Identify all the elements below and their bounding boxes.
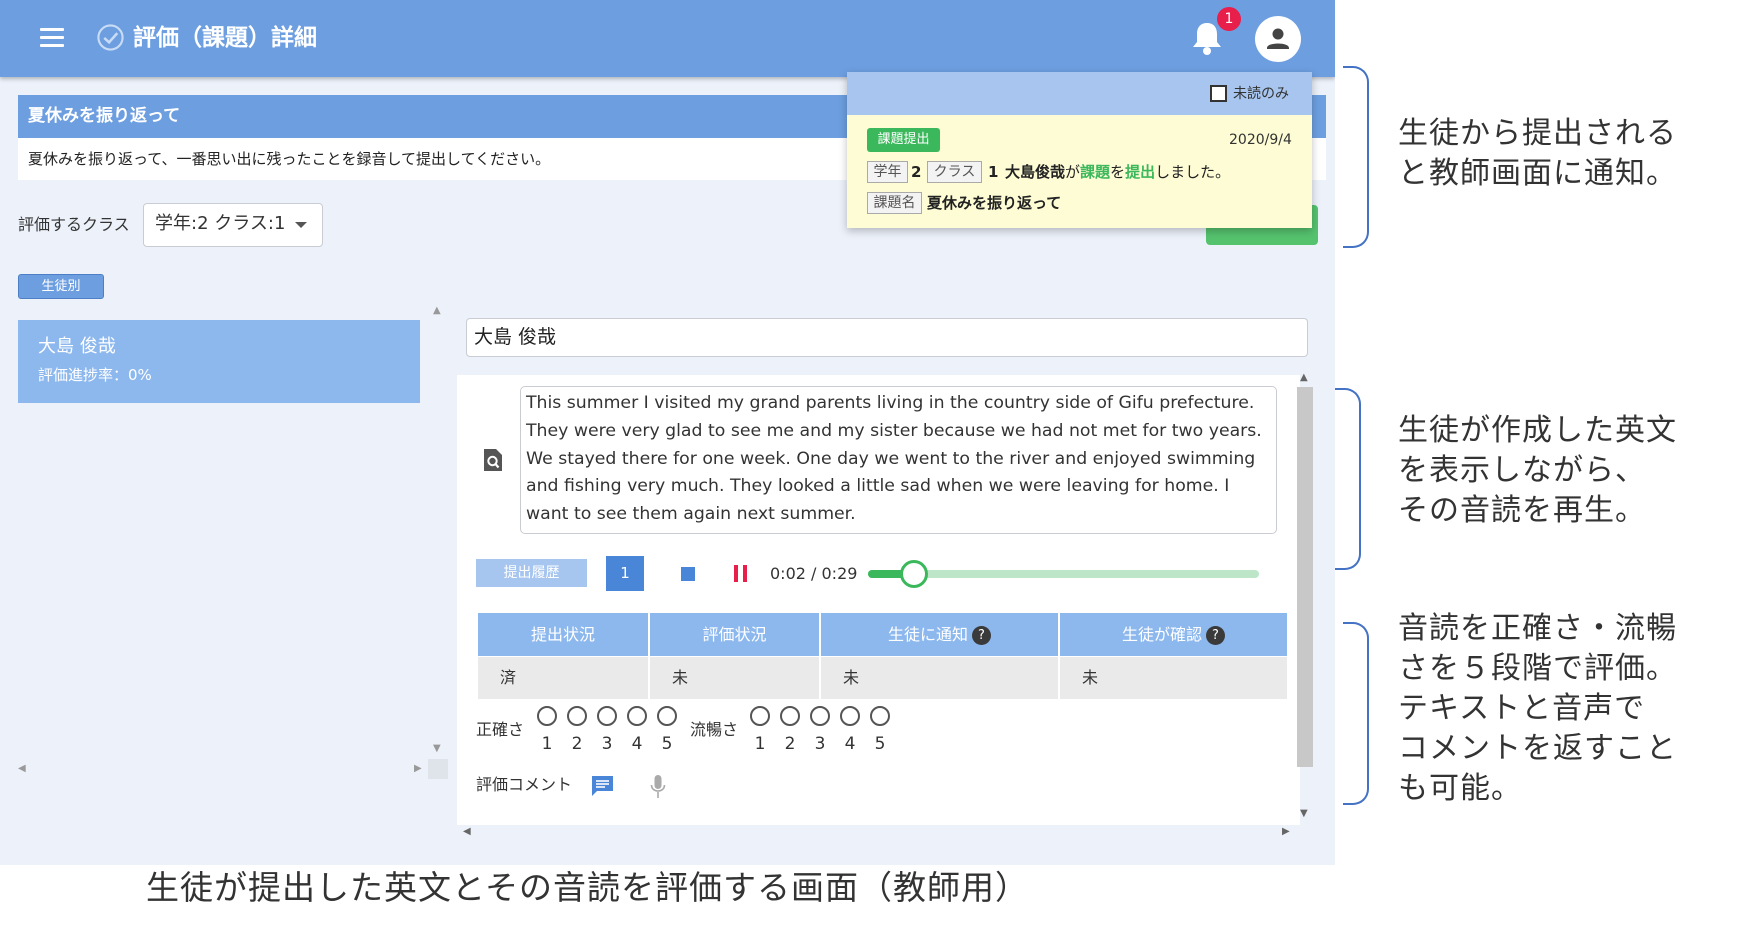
student-name-field [466, 318, 1308, 357]
accuracy-score-label: 5 [661, 734, 673, 754]
accuracy-score-label: 3 [601, 734, 613, 754]
annotation-evaluation: 音読を正確さ・流暢 さを５段階で評価。 テキストと音声で コメントを返すこと も可能。 [1398, 611, 1677, 806]
scroll-down-arrow[interactable]: ▼ [1300, 808, 1308, 819]
fluency-label: 流暢さ [690, 720, 739, 739]
grade-value: 2 [911, 163, 922, 181]
seek-handle[interactable] [900, 560, 928, 588]
status-header-evaluation: 評価状況 [650, 613, 819, 656]
class-filter-label: 評価するクラス [18, 215, 130, 234]
chevron-down-icon [295, 222, 307, 228]
essay-text: This summer I visited my grand parents l… [526, 393, 1262, 525]
notification-count-badge: 1 [1217, 7, 1241, 31]
app-window: 評価（課題）詳細 1 夏休みを振り返って 夏休みを振り返って、一番思い出に残った… [0, 0, 1335, 865]
assignment-name-value: 夏休みを振り返って [927, 194, 1062, 212]
fluency-score-label: 5 [874, 734, 886, 754]
figure-caption: 生徒が提出した英文とその音読を評価する画面（教師用） [146, 868, 1030, 907]
accuracy-radio-4[interactable] [627, 706, 647, 726]
pause-icon[interactable] [734, 565, 749, 582]
help-icon[interactable]: ? [1206, 626, 1225, 645]
fluency-radio-3[interactable] [810, 706, 830, 726]
person-icon [1267, 28, 1289, 49]
accuracy-score-label: 2 [571, 734, 583, 754]
fluency-score-label: 4 [844, 734, 856, 754]
accuracy-score-label: 1 [541, 734, 553, 754]
scroll-down-arrow[interactable]: ▼ [433, 743, 441, 754]
fluency-radio-5[interactable] [870, 706, 890, 726]
status-header-notify: 生徒に通知? [821, 613, 1058, 656]
assignment-description: 夏休みを振り返って、一番思い出に残ったことを録音して提出してください。 [28, 150, 551, 168]
fluency-radio-4[interactable] [840, 706, 860, 726]
comment-label: 評価コメント [476, 775, 573, 794]
annotation-notification: 生徒から提出される と教師画面に通知。 [1398, 116, 1677, 191]
tab-by-student[interactable]: 生徒別 [18, 274, 104, 299]
scroll-right-arrow[interactable]: ▶ [414, 763, 422, 774]
help-icon[interactable]: ? [972, 626, 991, 645]
scroll-left-arrow[interactable]: ◀ [18, 763, 26, 774]
document-search-icon[interactable] [482, 448, 504, 472]
vertical-scrollbar[interactable] [1297, 387, 1313, 767]
status-evaluation: 未 [650, 657, 819, 699]
fluency-radio-2[interactable] [780, 706, 800, 726]
notification-message[interactable]: 大島俊哉が課題を提出しました。 [1005, 161, 1230, 183]
annotation-bracket [1343, 66, 1369, 248]
check-circle-icon [97, 24, 124, 51]
student-list-item-name: 大島 俊哉 [38, 336, 116, 357]
annotation-bracket [1335, 388, 1361, 570]
accuracy-radio-3[interactable] [597, 706, 617, 726]
microphone-icon[interactable] [650, 774, 666, 800]
page-title: 評価（課題）詳細 [133, 25, 317, 51]
fluency-radio-1[interactable] [750, 706, 770, 726]
unread-only-label: 未読のみ [1233, 86, 1289, 102]
fluency-score-label: 2 [784, 734, 796, 754]
status-header-confirmed: 生徒が確認? [1060, 613, 1287, 656]
unread-only-checkbox[interactable] [1210, 85, 1227, 102]
notification-type-badge: 課題提出 [867, 128, 940, 152]
fluency-score-label: 3 [814, 734, 826, 754]
scroll-up-arrow[interactable]: ▲ [433, 305, 441, 316]
playback-time: 0:02 / 0:29 [770, 564, 858, 583]
accuracy-label: 正確さ [476, 720, 525, 739]
grade-tag: 学年 [867, 161, 908, 183]
class-value: 1 [988, 163, 999, 181]
fluency-score-label: 1 [754, 734, 766, 754]
accuracy-score-label: 4 [631, 734, 643, 754]
submission-history-button[interactable]: 提出履歴 [476, 559, 587, 587]
student-name: 大島 俊哉 [474, 326, 557, 348]
text-comment-icon[interactable] [590, 775, 615, 797]
scrollbar-corner [428, 759, 448, 779]
scroll-left-arrow[interactable]: ◀ [463, 826, 471, 837]
menu-icon[interactable] [40, 28, 64, 48]
submission-version-button[interactable]: 1 [606, 556, 644, 591]
status-submission: 済 [478, 657, 648, 699]
student-list-item-progress: 評価進捗率：0% [38, 366, 152, 384]
class-tag: クラス [927, 161, 982, 183]
assignment-name-tag: 課題名 [867, 192, 922, 214]
student-list-item[interactable] [18, 320, 420, 403]
accuracy-radio-1[interactable] [537, 706, 557, 726]
notification-date: 2020/9/4 [1229, 132, 1292, 148]
annotation-bracket [1343, 622, 1369, 805]
accuracy-radio-2[interactable] [567, 706, 587, 726]
accuracy-radio-5[interactable] [657, 706, 677, 726]
status-notify: 未 [821, 657, 1058, 699]
status-confirmed: 未 [1060, 657, 1287, 699]
class-select-value: 学年:2 クラス:1 [155, 213, 286, 234]
avatar[interactable] [1255, 16, 1301, 62]
stop-icon[interactable] [681, 567, 695, 581]
assignment-title: 夏休みを振り返って [28, 106, 181, 126]
status-header-submission: 提出状況 [478, 613, 648, 656]
scroll-right-arrow[interactable]: ▶ [1282, 826, 1290, 837]
annotation-essay-playback: 生徒が作成した英文 を表示しながら、 その音読を再生。 [1398, 413, 1677, 528]
scroll-up-arrow[interactable]: ▲ [1300, 372, 1308, 383]
